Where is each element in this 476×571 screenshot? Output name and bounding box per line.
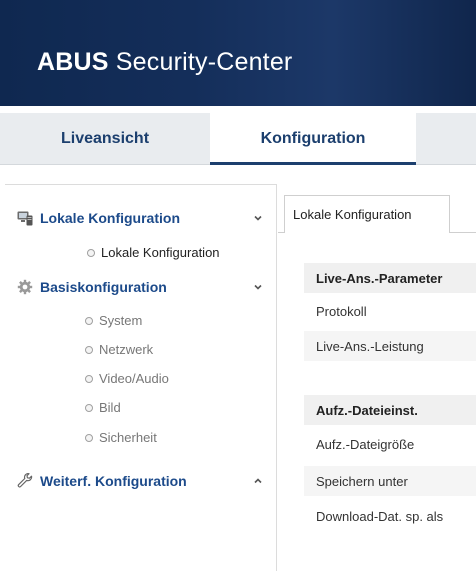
tab-konfiguration[interactable]: Konfiguration: [210, 113, 416, 165]
header-banner: ABUS Security-Center: [0, 0, 476, 106]
group-title: Live-Ans.-Parameter: [316, 271, 443, 286]
sidebar-item-label: Netzwerk: [99, 342, 154, 357]
tab-gap: [285, 232, 449, 233]
sidebar-section-label: Lokale Konfiguration: [40, 210, 180, 226]
sidebar-item-sicherheit[interactable]: Sicherheit: [5, 428, 277, 450]
tab-lokale-konfiguration[interactable]: Lokale Konfiguration: [284, 195, 450, 233]
setting-label: Live-Ans.-Leistung: [316, 339, 424, 354]
sidebar-section-basiskonfiguration[interactable]: Basiskonfiguration: [5, 276, 277, 300]
wrench-icon: [17, 473, 33, 488]
setting-label: Protokoll: [316, 304, 367, 319]
sidebar-item-label: Video/Audio: [99, 371, 169, 386]
brand-name-rest: Security-Center: [108, 48, 293, 76]
sidebar-section-label: Weiterf. Konfiguration: [40, 473, 187, 489]
bullet-icon: [85, 434, 93, 442]
sidebar-menu: Lokale Konfiguration Lokale Konfiguratio…: [5, 184, 277, 571]
bullet-icon: [87, 249, 95, 257]
brand-logo: ABUS Security-Center: [37, 48, 292, 77]
group-header-live-parameter: Live-Ans.-Parameter: [304, 263, 476, 293]
sidebar-item-label: Lokale Konfiguration: [101, 245, 220, 260]
chevron-up-icon[interactable]: [252, 475, 264, 487]
setting-row-protokoll: Protokoll: [304, 296, 476, 326]
bullet-icon: [85, 317, 93, 325]
setting-label: Speichern unter: [316, 474, 408, 489]
sidebar-item-video-audio[interactable]: Video/Audio: [5, 369, 277, 391]
chevron-down-icon[interactable]: [252, 281, 264, 293]
setting-row-dateigroesse: Aufz.-Dateigröße: [304, 429, 476, 459]
setting-row-speichern-unter: Speichern unter: [304, 466, 476, 496]
gear-icon: [17, 279, 33, 295]
setting-row-download-pfad: Download-Dat. sp. als: [304, 501, 476, 531]
bullet-icon: [85, 375, 93, 383]
chevron-down-icon[interactable]: [252, 212, 264, 224]
content-panel: Lokale Konfiguration Live-Ans.-Parameter…: [278, 195, 476, 571]
top-navigation: Liveansicht Konfiguration: [0, 113, 476, 165]
setting-row-live-leistung: Live-Ans.-Leistung: [304, 331, 476, 361]
sidebar-section-label: Basiskonfiguration: [40, 279, 167, 295]
tab-liveansicht[interactable]: Liveansicht: [0, 113, 210, 165]
sidebar-item-lokale-konfiguration[interactable]: Lokale Konfiguration: [5, 243, 277, 265]
group-title: Aufz.-Dateieinst.: [316, 403, 418, 418]
sidebar-item-label: Bild: [99, 400, 121, 415]
brand-name-bold: ABUS: [37, 48, 109, 76]
sidebar-item-netzwerk[interactable]: Netzwerk: [5, 340, 277, 362]
sidebar-section-lokale-konfiguration[interactable]: Lokale Konfiguration: [5, 207, 277, 231]
sidebar-item-bild[interactable]: Bild: [5, 398, 277, 420]
sidebar-item-label: System: [99, 313, 143, 328]
bullet-icon: [85, 346, 93, 354]
sidebar-item-label: Sicherheit: [99, 430, 157, 445]
setting-label: Download-Dat. sp. als: [316, 509, 444, 524]
sidebar-item-system[interactable]: System: [5, 311, 277, 333]
setting-label: Aufz.-Dateigröße: [316, 437, 415, 452]
computer-icon: [17, 211, 33, 226]
group-header-aufz-dateieinst: Aufz.-Dateieinst.: [304, 395, 476, 425]
sidebar-section-weiterf-konfiguration[interactable]: Weiterf. Konfiguration: [5, 470, 277, 494]
bullet-icon: [85, 404, 93, 412]
